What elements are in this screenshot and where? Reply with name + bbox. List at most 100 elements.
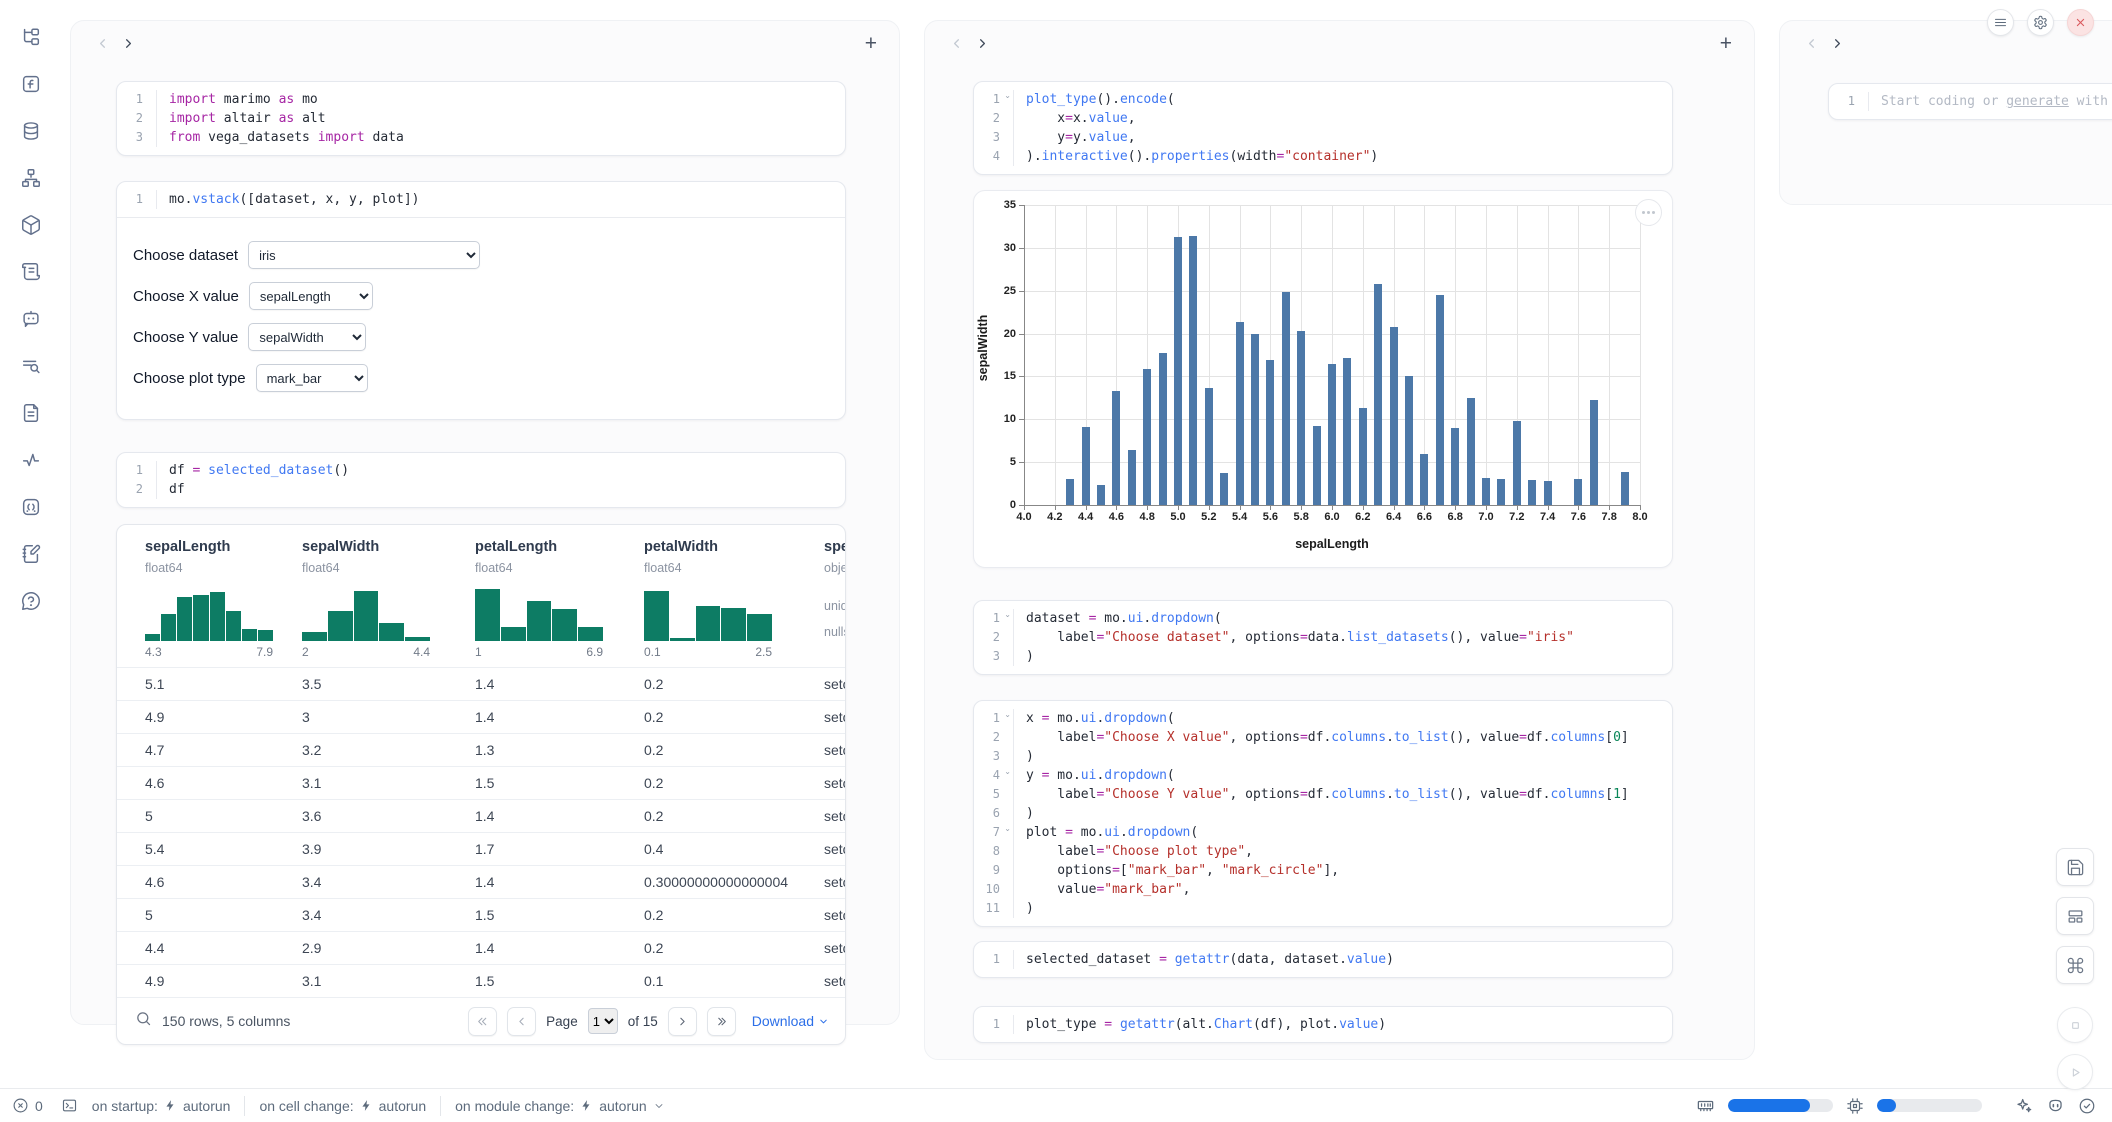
dropdown-select[interactable]: iris	[248, 241, 480, 269]
code-editor[interactable]: 1⌄23dataset = mo.ui.dropdown( label="Cho…	[974, 601, 1672, 674]
fold-chevron-icon[interactable]: ⌄	[1004, 824, 1011, 833]
errors-badge[interactable]: 0	[12, 1097, 43, 1114]
table-row[interactable]: 5.13.51.40.2setosa	[117, 667, 846, 700]
scroll-right-button[interactable]	[115, 30, 141, 56]
code-editor[interactable]: 1⌄234⌄567⌄891011x = mo.ui.dropdown( labe…	[974, 701, 1672, 926]
snippets-icon[interactable]	[20, 496, 42, 518]
chart-actions-button[interactable]	[1635, 199, 1662, 226]
dropdown-select[interactable]: sepalWidth	[248, 323, 366, 351]
fold-chevron-icon[interactable]: ⌄	[1004, 767, 1011, 776]
hamburger-icon	[1993, 15, 2008, 30]
code-cell-dataset-dropdown[interactable]: 1⌄23dataset = mo.ui.dropdown( label="Cho…	[973, 600, 1673, 675]
dropdown-select[interactable]: sepalLength	[249, 282, 373, 310]
search-icon[interactable]	[135, 1010, 152, 1032]
save-button[interactable]	[2056, 848, 2094, 886]
add-cell-button[interactable]: +	[865, 33, 877, 54]
find-in-logs-icon[interactable]	[20, 355, 42, 377]
code-editor[interactable]: 1mo.vstack([dataset, x, y, plot])	[117, 182, 845, 217]
menu-button[interactable]	[1987, 9, 2014, 36]
ai-sparkles-icon[interactable]	[2014, 1096, 2033, 1115]
table-row[interactable]: 53.41.50.2setosa	[117, 898, 846, 931]
generate-link[interactable]: generate	[2006, 94, 2069, 109]
code-editor[interactable]: 123import marimo as moimport altair as a…	[117, 82, 845, 155]
fold-chevron-icon[interactable]: ⌄	[1004, 610, 1011, 619]
table-column-header[interactable]: sepalLengthfloat644.37.9	[145, 525, 302, 667]
settings-button[interactable]	[2027, 9, 2054, 36]
help-icon[interactable]	[20, 590, 42, 612]
histogram-bar	[226, 611, 241, 641]
add-cell-button[interactable]: +	[1720, 33, 1732, 54]
packages-icon[interactable]	[20, 214, 42, 236]
code-cell-plot-type[interactable]: 1plot_type = getattr(alt.Chart(df), plot…	[973, 1006, 1673, 1043]
chart-plot-area[interactable]	[1024, 205, 1640, 505]
code-cell-plot[interactable]: 1⌄234plot_type().encode( x=x.value, y=y.…	[973, 81, 1673, 175]
code-cell-imports[interactable]: 123import marimo as moimport altair as a…	[116, 81, 846, 156]
table-column-header[interactable]: petalWidthfloat640.12.5	[644, 525, 824, 667]
dependency-graph-icon[interactable]	[20, 167, 42, 189]
logs-icon[interactable]	[20, 261, 42, 283]
dropdown-row: Choose datasetiris	[133, 241, 829, 269]
scroll-left-button[interactable]	[943, 30, 969, 56]
code-cell-xy-plot-dropdowns[interactable]: 1⌄234⌄567⌄891011x = mo.ui.dropdown( labe…	[973, 700, 1673, 927]
layout-button[interactable]	[2056, 897, 2094, 935]
scroll-right-button[interactable]	[1824, 30, 1850, 56]
connected-check-icon[interactable]	[2078, 1097, 2096, 1115]
on-module-change-toggle[interactable]: on module change: autorun	[455, 1098, 665, 1114]
table-row[interactable]: 4.93.11.50.1setosa	[117, 964, 846, 997]
next-page-button[interactable]	[668, 1007, 697, 1036]
page-select[interactable]: 1	[588, 1008, 618, 1034]
keyboard-shortcuts-button[interactable]	[2056, 946, 2094, 984]
previous-page-button[interactable]	[507, 1007, 536, 1036]
table-row[interactable]: 4.73.21.30.2setosa	[117, 733, 846, 766]
file-explorer-icon[interactable]	[20, 26, 42, 48]
scroll-left-button[interactable]	[1798, 30, 1824, 56]
fold-chevron-icon[interactable]: ⌄	[1004, 91, 1011, 100]
x-tick-label: 7.2	[1502, 511, 1532, 523]
on-startup-toggle[interactable]: on startup: autorun	[92, 1098, 231, 1114]
on-cell-change-toggle[interactable]: on cell change: autorun	[259, 1098, 426, 1114]
line-number-gutter: 1	[974, 1015, 1014, 1034]
table-cell: 1.4	[475, 940, 644, 956]
code-cell-df[interactable]: 12df = selected_dataset()df	[116, 452, 846, 508]
scratchpad-icon[interactable]	[20, 543, 42, 565]
datasources-icon[interactable]	[20, 120, 42, 142]
fold-chevron-icon[interactable]: ⌄	[1004, 710, 1011, 719]
functions-icon[interactable]	[20, 73, 42, 95]
ai-chat-icon[interactable]	[20, 308, 42, 330]
chart-bar	[1313, 426, 1321, 505]
stop-button[interactable]	[2057, 1007, 2093, 1043]
run-button[interactable]	[2057, 1054, 2093, 1090]
shutdown-button[interactable]	[2067, 9, 2094, 36]
download-button[interactable]: Download	[752, 1013, 829, 1029]
table-row[interactable]: 4.63.11.50.2setosa	[117, 766, 846, 799]
code-editor[interactable]: 1plot_type = getattr(alt.Chart(df), plot…	[974, 1007, 1672, 1042]
terminal-button[interactable]	[61, 1097, 78, 1114]
altair-bar-chart[interactable]: sepalLength sepalWidth 4.04.24.44.64.85.…	[973, 190, 1673, 568]
table-column-header[interactable]: sepalWidthfloat6424.4	[302, 525, 475, 667]
table-column-header[interactable]: petalLengthfloat6416.9	[475, 525, 644, 667]
documentation-icon[interactable]	[20, 402, 42, 424]
last-page-button[interactable]	[707, 1007, 736, 1036]
code-cell-selected-dataset[interactable]: 1selected_dataset = getattr(data, datase…	[973, 941, 1673, 978]
code-cell-vstack[interactable]: 1mo.vstack([dataset, x, y, plot])Choose …	[116, 181, 846, 420]
table-row[interactable]: 4.42.91.40.2setosa	[117, 931, 846, 964]
activity-icon[interactable]	[20, 449, 42, 471]
copilot-icon[interactable]	[2046, 1096, 2065, 1115]
code-editor[interactable]: 12df = selected_dataset()df	[117, 453, 845, 507]
chart-bar	[1251, 334, 1259, 505]
first-page-button[interactable]	[468, 1007, 497, 1036]
table-row[interactable]: 53.61.40.2setosa	[117, 799, 846, 832]
dropdown-select[interactable]: mark_bar	[256, 364, 368, 392]
table-cell: setosa	[824, 973, 846, 989]
table-row[interactable]: 4.63.41.40.30000000000000004setosa	[117, 865, 846, 898]
dropdown-label: Choose Y value	[133, 329, 238, 346]
table-row[interactable]: 4.931.40.2setosa	[117, 700, 846, 733]
table-row[interactable]: 5.43.91.70.4setosa	[117, 832, 846, 865]
cell-output: Choose datasetirisChoose X valuesepalLen…	[117, 217, 845, 419]
scroll-right-button[interactable]	[969, 30, 995, 56]
table-column-header[interactable]: speciesobjectunique:nulls:	[824, 525, 846, 667]
empty-code-cell[interactable]: 1 Start coding or generate with	[1828, 83, 2112, 120]
code-editor[interactable]: 1selected_dataset = getattr(data, datase…	[974, 942, 1672, 977]
code-editor[interactable]: 1⌄234plot_type().encode( x=x.value, y=y.…	[974, 82, 1672, 174]
scroll-left-button[interactable]	[89, 30, 115, 56]
